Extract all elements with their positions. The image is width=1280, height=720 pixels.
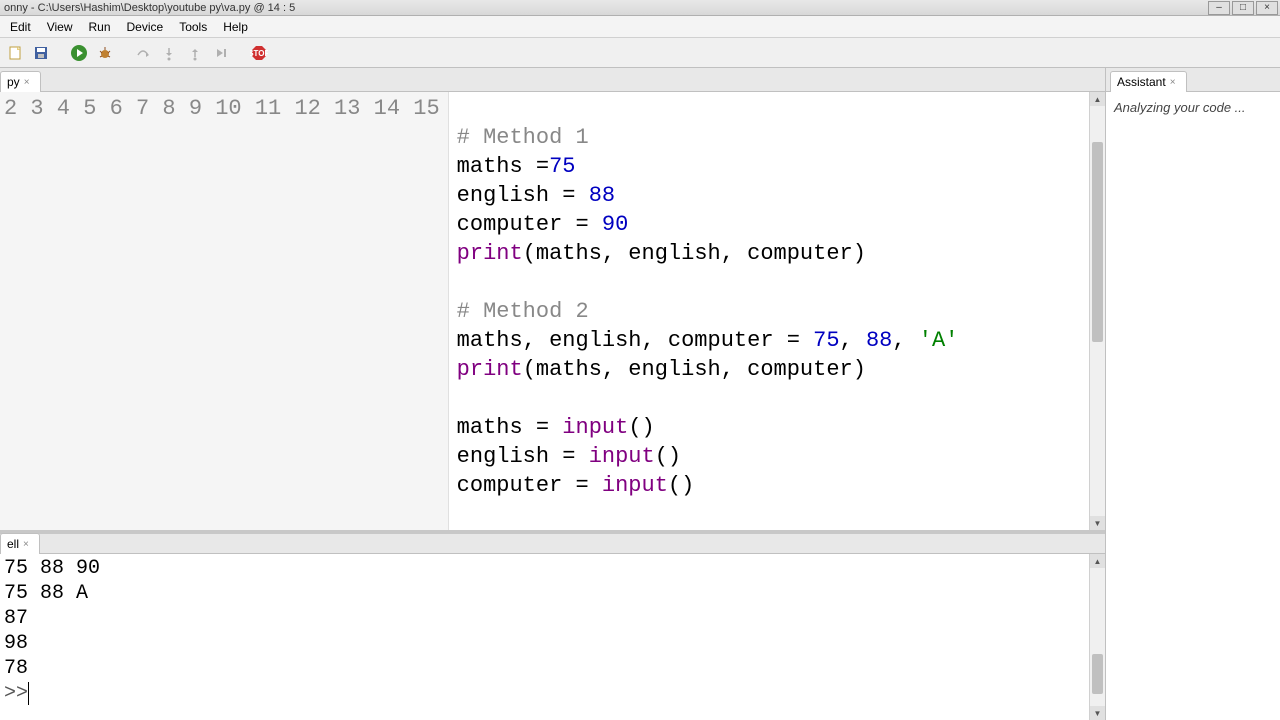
step-over-icon[interactable] [132,42,154,64]
shell-tab[interactable]: ell × [0,533,40,554]
toolbar: STOP [0,38,1280,68]
close-icon[interactable]: × [1170,77,1176,88]
editor-tab[interactable]: py × [0,71,41,92]
assistant-tab[interactable]: Assistant × [1110,71,1187,92]
minimize-button[interactable]: – [1208,1,1230,15]
close-icon[interactable]: × [24,77,30,88]
menu-device[interactable]: Device [119,18,172,36]
menu-help[interactable]: Help [215,18,256,36]
maximize-button[interactable]: □ [1232,1,1254,15]
menu-bar: Edit View Run Device Tools Help [0,16,1280,38]
assistant-panel: Assistant × Analyzing your code ... [1105,68,1280,720]
stop-icon[interactable]: STOP [248,42,270,64]
editor-tab-label: py [7,75,20,89]
scroll-down-icon[interactable]: ▼ [1090,706,1105,720]
shell-tabs: ell × [0,534,1105,554]
shell-panel: ell × 75 88 9075 88 A879878>> ▲ ▼ [0,530,1105,720]
shell-text[interactable]: 75 88 9075 88 A879878>> [0,554,1089,720]
menu-view[interactable]: View [39,18,81,36]
line-gutter: 2 3 4 5 6 7 8 9 10 11 12 13 14 15 [0,92,449,530]
menu-run[interactable]: Run [80,18,118,36]
menu-tools[interactable]: Tools [171,18,215,36]
scroll-thumb[interactable] [1092,654,1103,694]
editor-tabs: py × [0,68,1105,92]
close-icon[interactable]: × [23,539,29,550]
menu-edit[interactable]: Edit [2,18,39,36]
scroll-up-icon[interactable]: ▲ [1090,92,1105,106]
shell-scrollbar[interactable]: ▲ ▼ [1089,554,1105,720]
title-bar: onny - C:\Users\Hashim\Desktop\youtube p… [0,0,1280,16]
close-window-button[interactable]: × [1256,1,1278,15]
window-title: onny - C:\Users\Hashim\Desktop\youtube p… [4,2,295,14]
debug-icon[interactable] [94,42,116,64]
scroll-down-icon[interactable]: ▼ [1090,516,1105,530]
assistant-tab-label: Assistant [1117,75,1166,89]
window-controls: – □ × [1208,1,1278,15]
editor-scrollbar[interactable]: ▲ ▼ [1089,92,1105,530]
save-icon[interactable] [30,42,52,64]
shell-output[interactable]: 75 88 9075 88 A879878>> ▲ ▼ [0,554,1105,720]
code-editor[interactable]: 2 3 4 5 6 7 8 9 10 11 12 13 14 15 # Meth… [0,92,1105,530]
assistant-tabs: Assistant × [1106,68,1280,92]
scroll-up-icon[interactable]: ▲ [1090,554,1105,568]
assistant-message: Analyzing your code ... [1106,92,1280,720]
new-file-icon[interactable] [4,42,26,64]
svg-text:STOP: STOP [250,49,268,58]
step-out-icon[interactable] [184,42,206,64]
resume-icon[interactable] [210,42,232,64]
run-icon[interactable] [68,42,90,64]
scroll-thumb[interactable] [1092,142,1103,342]
shell-tab-label: ell [7,537,19,551]
code-content[interactable]: # Method 1maths =75english = 88computer … [449,92,1089,530]
step-into-icon[interactable] [158,42,180,64]
